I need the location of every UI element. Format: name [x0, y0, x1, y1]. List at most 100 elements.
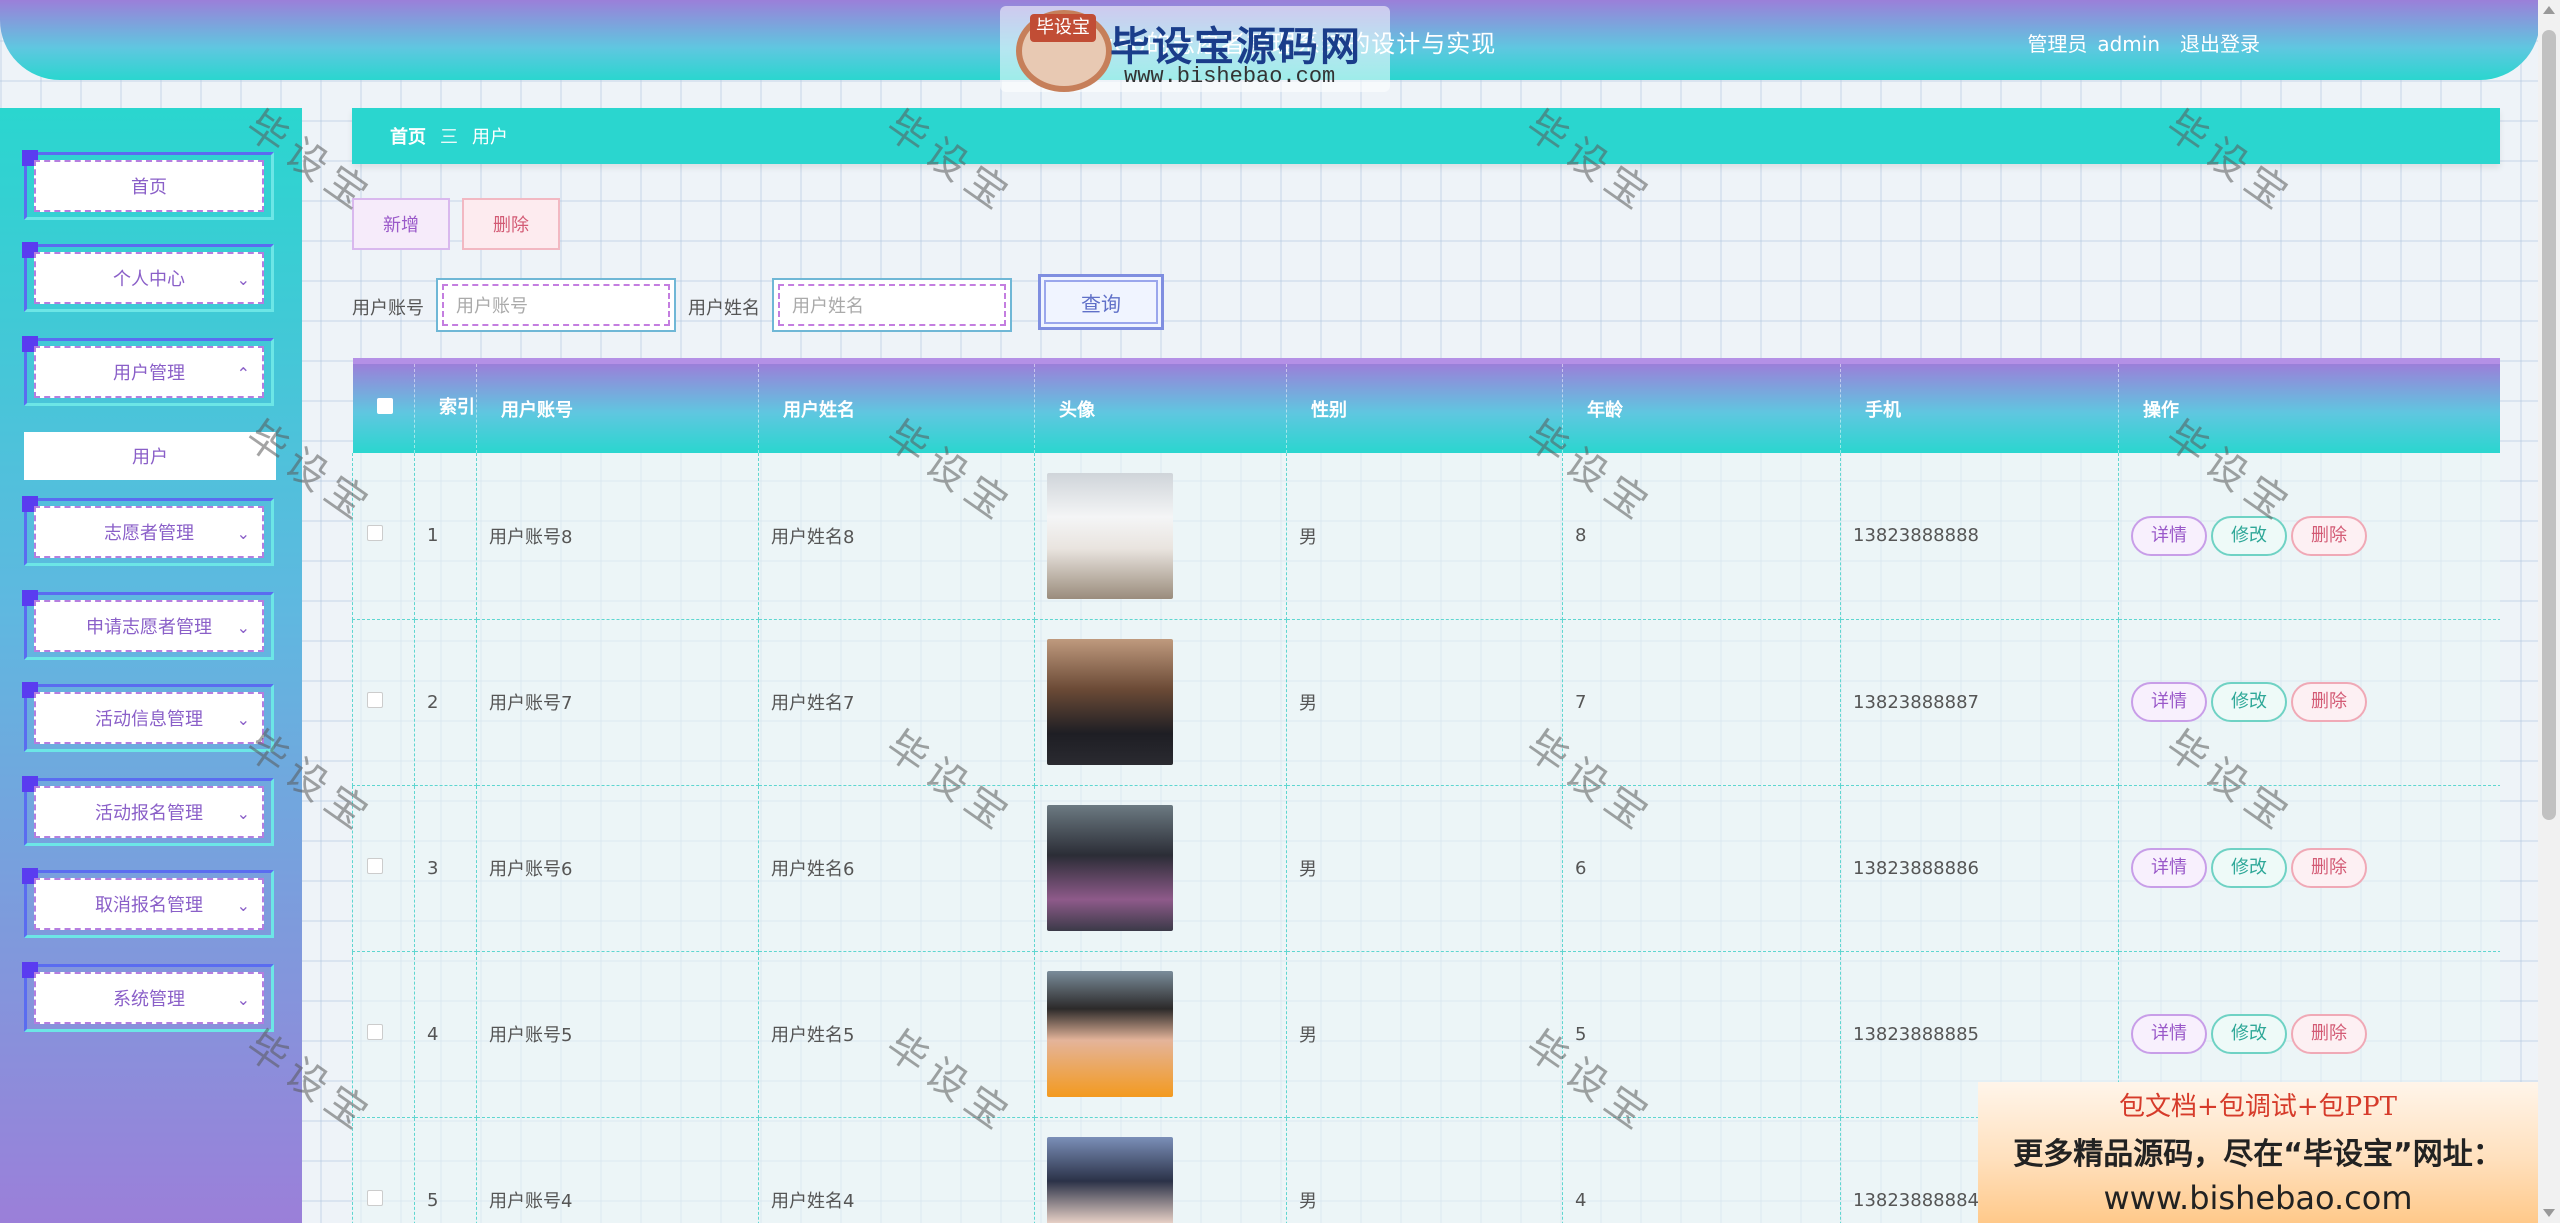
sidebar: 首页 个人中心 ⌄ 用户管理 ⌃ 用户 志愿者管理 ⌄ 申请志愿者管理 ⌄ 活动…	[0, 108, 302, 1223]
user-role: 管理员	[2027, 32, 2088, 56]
cell-age: 6	[1562, 785, 1841, 952]
column-header-actions: 操作	[2118, 358, 2500, 453]
row-checkbox[interactable]	[367, 1189, 383, 1206]
cell-phone: 13823888887	[1840, 619, 2119, 786]
sidebar-item-label: 志愿者管理	[34, 506, 264, 558]
cell-account: 用户账号7	[476, 619, 759, 786]
detail-button[interactable]: 详情	[2131, 515, 2207, 556]
chevron-down-icon: ⌄	[236, 270, 250, 289]
edit-button[interactable]: 修改	[2211, 515, 2287, 556]
sidebar-item-home[interactable]: 首页	[22, 150, 274, 220]
sidebar-item-label: 取消报名管理	[34, 878, 264, 930]
cell-phone: 13823888888	[1840, 453, 2119, 620]
avatar	[1047, 639, 1173, 765]
promo-line-2: 更多精品源码，尽在“毕设宝”网址：	[2013, 1137, 2503, 1172]
avatar	[1047, 805, 1173, 931]
cell-name: 用户姓名6	[758, 785, 1035, 952]
breadcrumb-current: 用户	[472, 127, 508, 148]
batch-delete-button[interactable]: 删除	[462, 198, 560, 250]
table-row: 3 用户账号6 用户姓名6 男 6 13823888886 详情 修改 删除	[352, 785, 2500, 952]
avatar	[1047, 971, 1173, 1097]
avatar	[1047, 1137, 1173, 1223]
sidebar-item-volunteer-management[interactable]: 志愿者管理 ⌄	[22, 496, 274, 566]
column-header-age: 年龄	[1562, 358, 1841, 453]
edit-button[interactable]: 修改	[2211, 682, 2287, 722]
account-search-placeholder: 用户账号	[442, 284, 670, 326]
cell-account: 用户账号4	[476, 1117, 759, 1223]
account-search-label: 用户账号	[352, 298, 424, 319]
chevron-down-icon: ⌄	[236, 710, 250, 729]
select-all-checkbox[interactable]	[376, 398, 393, 414]
promo-banner[interactable]: 包文档+包调试+包PPT 更多精品源码，尽在“毕设宝”网址： www.bishe…	[1978, 1082, 2538, 1223]
row-checkbox[interactable]	[367, 857, 383, 874]
promo-line-1: 包文档+包调试+包PPT	[2119, 1092, 2397, 1122]
detail-button[interactable]: 详情	[2131, 848, 2207, 888]
delete-button[interactable]: 删除	[2291, 682, 2367, 722]
row-checkbox[interactable]	[367, 525, 383, 542]
name-search-label: 用户姓名	[688, 298, 760, 319]
edit-button[interactable]: 修改	[2211, 848, 2287, 888]
sidebar-item-personal-center[interactable]: 个人中心 ⌄	[22, 242, 274, 312]
cell-age: 4	[1562, 1117, 1841, 1223]
detail-button[interactable]: 详情	[2131, 682, 2207, 722]
cell-name: 用户姓名7	[758, 619, 1035, 786]
cell-phone: 13823888886	[1840, 785, 2119, 952]
chevron-down-icon: ⌄	[236, 804, 250, 823]
add-button[interactable]: 新增	[352, 198, 450, 250]
detail-button[interactable]: 详情	[2131, 1014, 2207, 1054]
sidebar-item-activity-signup[interactable]: 活动报名管理 ⌄	[22, 776, 274, 846]
column-header-account: 用户账号	[476, 358, 759, 453]
cell-gender: 男	[1286, 619, 1563, 786]
name-search-placeholder: 用户姓名	[778, 284, 1006, 326]
sidebar-item-label: 用户管理	[34, 346, 264, 398]
chevron-down-icon: ⌄	[236, 524, 250, 543]
delete-button[interactable]: 删除	[2291, 1014, 2367, 1054]
delete-button[interactable]: 删除	[2291, 848, 2367, 888]
cell-index: 1	[414, 453, 477, 620]
row-checkbox[interactable]	[367, 691, 383, 708]
sidebar-item-label: 活动信息管理	[34, 692, 264, 744]
table-header-row: 索引 用户账号 用户姓名 头像 性别 年龄 手机 操作	[352, 358, 2500, 453]
cell-name: 用户姓名4	[758, 1117, 1035, 1223]
scroll-up-icon[interactable]	[2543, 6, 2555, 14]
sidebar-item-label: 首页	[34, 160, 264, 212]
sidebar-item-user-management[interactable]: 用户管理 ⌃	[22, 336, 274, 406]
table-row: 1 用户账号8 用户姓名8 男 8 13823888888 详情 修改 删除	[352, 453, 2500, 620]
chevron-up-icon: ⌃	[236, 364, 250, 383]
cell-age: 8	[1562, 453, 1841, 620]
column-header-phone: 手机	[1840, 358, 2119, 453]
cell-gender: 男	[1286, 951, 1563, 1118]
watermark-url: www.bishebao.com	[1124, 64, 1336, 89]
vertical-scrollbar[interactable]	[2538, 0, 2560, 1223]
account-search-input[interactable]: 用户账号	[436, 278, 676, 332]
chevron-down-icon: ⌄	[236, 896, 250, 915]
sidebar-item-activity-info[interactable]: 活动信息管理 ⌄	[22, 682, 274, 752]
column-header-index: 索引	[414, 358, 477, 453]
delete-button[interactable]: 删除	[2291, 515, 2367, 556]
query-button[interactable]: 查询	[1038, 274, 1164, 330]
cell-name: 用户姓名5	[758, 951, 1035, 1118]
sidebar-item-volunteer-application[interactable]: 申请志愿者管理 ⌄	[22, 590, 274, 660]
cell-age: 7	[1562, 619, 1841, 786]
user-name: admin	[2097, 32, 2160, 56]
scroll-thumb[interactable]	[2542, 30, 2556, 820]
cell-gender: 男	[1286, 1117, 1563, 1223]
edit-button[interactable]: 修改	[2211, 1014, 2287, 1054]
select-all-header	[352, 358, 415, 453]
sidebar-item-system-management[interactable]: 系统管理 ⌄	[22, 962, 274, 1032]
logout-link[interactable]: 退出登录	[2180, 32, 2260, 56]
cell-gender: 男	[1286, 453, 1563, 620]
sidebar-subitem-user[interactable]: 用户	[24, 432, 276, 480]
breadcrumb-separator-icon: 三	[440, 127, 458, 148]
cell-age: 5	[1562, 951, 1841, 1118]
promo-line-3: www.bishebao.com	[2103, 1179, 2413, 1217]
chevron-down-icon: ⌄	[236, 990, 250, 1009]
row-checkbox[interactable]	[367, 1023, 383, 1040]
name-search-input[interactable]: 用户姓名	[772, 278, 1012, 332]
scroll-down-icon[interactable]	[2543, 1209, 2555, 1217]
breadcrumb-home[interactable]: 首页	[390, 123, 426, 149]
query-button-label: 查询	[1044, 280, 1158, 324]
sidebar-item-cancel-signup[interactable]: 取消报名管理 ⌄	[22, 868, 274, 938]
brand-watermark: 毕设宝 毕设宝源码网 www.bishebao.com	[1000, 6, 1390, 92]
user-info: 管理员 admin 退出登录	[2017, 28, 2260, 57]
